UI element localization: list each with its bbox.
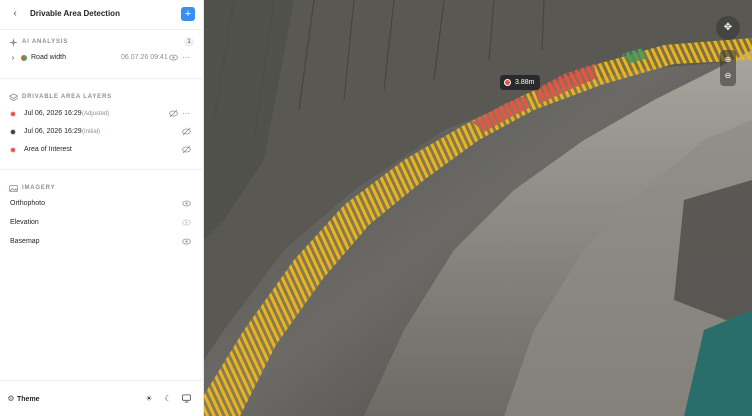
eye-icon[interactable] bbox=[181, 199, 191, 209]
imagery-item-orthophoto[interactable]: Orthophoto bbox=[0, 196, 204, 212]
ai-sparkle-icon bbox=[8, 37, 18, 47]
gear-icon: ⚙ bbox=[7, 394, 15, 403]
layer-label: Area of Interest bbox=[24, 146, 72, 153]
section-title: AI ANALYSIS bbox=[22, 39, 69, 45]
layers-icon bbox=[8, 92, 18, 102]
layer-item-initial[interactable]: Jul 06, 2026 16:29 (Initial) bbox=[0, 124, 204, 140]
more-icon[interactable]: ⋯ bbox=[181, 53, 191, 63]
eye-icon[interactable] bbox=[168, 53, 178, 63]
moon-icon[interactable]: ☾ bbox=[163, 394, 173, 404]
marker-dot bbox=[504, 79, 511, 86]
map-view[interactable] bbox=[204, 0, 752, 416]
imagery-label: Elevation bbox=[10, 219, 39, 226]
layer-tag: (Adjusted) bbox=[82, 111, 110, 117]
analysis-label: Road width bbox=[31, 54, 67, 61]
imagery-label: Basemap bbox=[10, 238, 40, 245]
eye-off-icon[interactable] bbox=[168, 109, 178, 119]
imagery-item-basemap[interactable]: Basemap bbox=[0, 234, 204, 250]
eye-icon[interactable] bbox=[181, 237, 191, 247]
sidebar: ‹ Drivable Area Detection + AI ANALYSIS … bbox=[0, 0, 204, 416]
imagery-label: Orthophoto bbox=[10, 200, 46, 207]
layer-color-dot bbox=[10, 129, 16, 135]
eye-icon[interactable] bbox=[181, 218, 191, 228]
layer-color-dot bbox=[10, 147, 16, 153]
image-icon bbox=[8, 183, 18, 193]
status-dot bbox=[21, 55, 27, 61]
analysis-timestamp: 06.07.26 09:41 bbox=[121, 54, 168, 61]
compass-icon: ✥ bbox=[723, 22, 733, 33]
eye-off-icon[interactable] bbox=[181, 127, 191, 137]
ai-analysis-section-header: AI ANALYSIS bbox=[8, 36, 68, 48]
section-title: DRIVABLE AREA LAYERS bbox=[22, 94, 112, 100]
add-button[interactable]: + bbox=[181, 7, 195, 21]
layer-label: Jul 06, 2026 16:29 bbox=[24, 110, 82, 117]
zoom-out-icon[interactable]: ⊖ bbox=[720, 68, 736, 84]
monitor-icon[interactable] bbox=[181, 394, 191, 404]
plus-icon: + bbox=[184, 8, 192, 20]
layers-section-header: DRIVABLE AREA LAYERS bbox=[8, 91, 112, 103]
zoom-controls: ⊕ ⊖ bbox=[720, 50, 736, 86]
page-title: Drivable Area Detection bbox=[30, 9, 120, 18]
divider bbox=[0, 169, 204, 170]
layer-color-dot bbox=[10, 111, 16, 117]
eye-off-icon[interactable] bbox=[181, 145, 191, 155]
imagery-item-elevation[interactable]: Elevation bbox=[0, 215, 204, 231]
section-title: IMAGERY bbox=[22, 185, 56, 191]
divider bbox=[0, 78, 204, 79]
layer-item-area-of-interest[interactable]: Area of Interest bbox=[0, 142, 204, 158]
zoom-in-icon[interactable]: ⊕ bbox=[720, 52, 736, 68]
compass-control[interactable]: ✥ bbox=[716, 16, 740, 40]
layer-tag: (Initial) bbox=[82, 129, 101, 135]
analysis-item-road-width[interactable]: › Road width 06.07.26 09:41 ⋯ bbox=[0, 50, 204, 66]
sidebar-header: ‹ Drivable Area Detection + bbox=[0, 0, 204, 30]
terrain-render bbox=[204, 0, 752, 416]
count-badge: 1 bbox=[184, 37, 194, 47]
measurement-value: 3.88m bbox=[515, 79, 535, 86]
measurement-tooltip: 3.88m bbox=[500, 75, 541, 90]
imagery-section-header: IMAGERY bbox=[8, 182, 55, 194]
layer-label: Jul 06, 2026 16:29 bbox=[24, 128, 82, 135]
sun-icon[interactable]: ☀ bbox=[144, 394, 154, 404]
sidebar-footer: ⚙ Theme ☀ ☾ bbox=[0, 380, 204, 416]
more-icon[interactable]: ⋯ bbox=[181, 109, 191, 119]
chevron-right-icon[interactable]: › bbox=[8, 53, 18, 63]
theme-label: Theme bbox=[17, 396, 40, 403]
chevron-left-icon[interactable]: ‹ bbox=[9, 8, 21, 20]
layer-item-adjusted[interactable]: Jul 06, 2026 16:29 (Adjusted) ⋯ bbox=[0, 106, 204, 122]
